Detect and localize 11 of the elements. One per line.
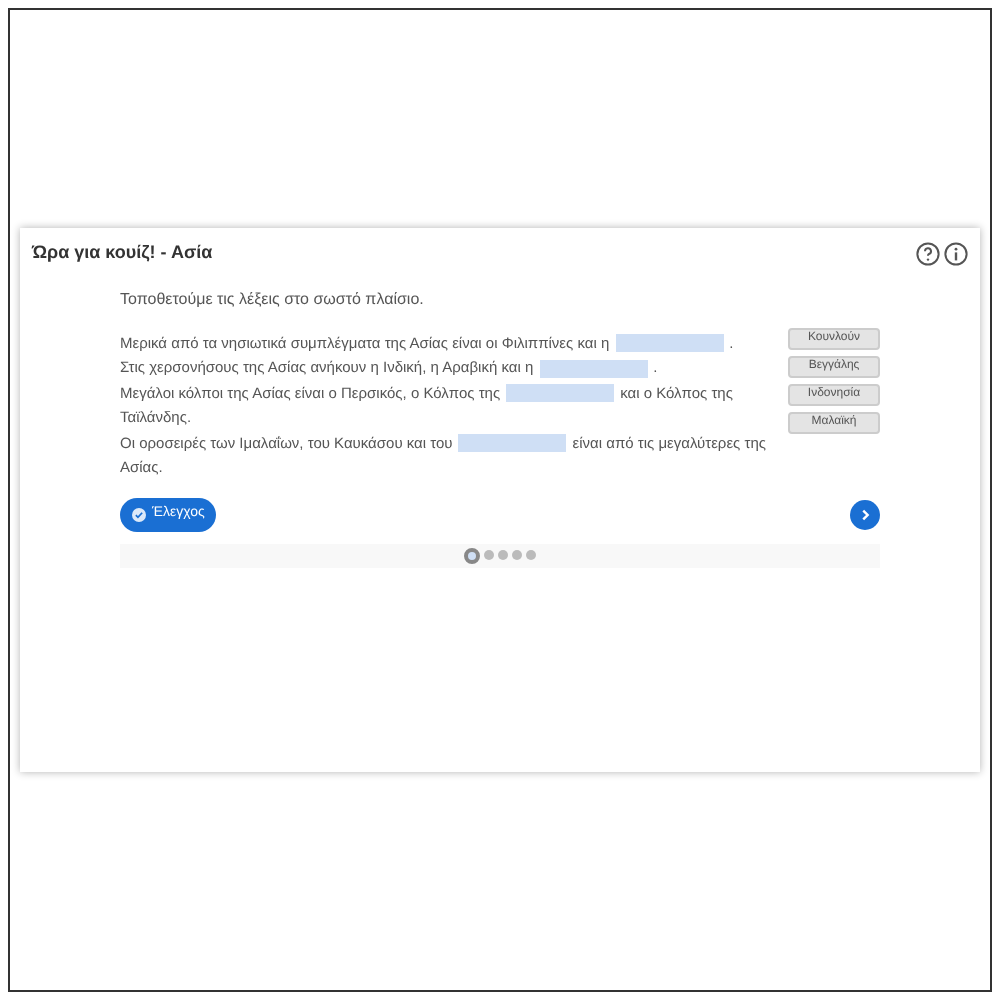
- check-icon: [132, 507, 146, 521]
- quiz-title: Ώρα για κουίζ! - Ασία: [32, 240, 213, 266]
- drop-slot[interactable]: [615, 334, 724, 353]
- drop-slot[interactable]: [506, 384, 615, 403]
- help-icon[interactable]: [916, 241, 940, 266]
- drop-slot[interactable]: [458, 434, 567, 453]
- chevron-right-icon: [858, 507, 872, 521]
- info-icon[interactable]: [944, 241, 968, 266]
- next-button[interactable]: [850, 499, 880, 529]
- instruction-text: Τοποθετούμε τις λέξεις στο σωστό πλαίσιο.: [120, 287, 426, 311]
- drop-slot[interactable]: [539, 359, 648, 378]
